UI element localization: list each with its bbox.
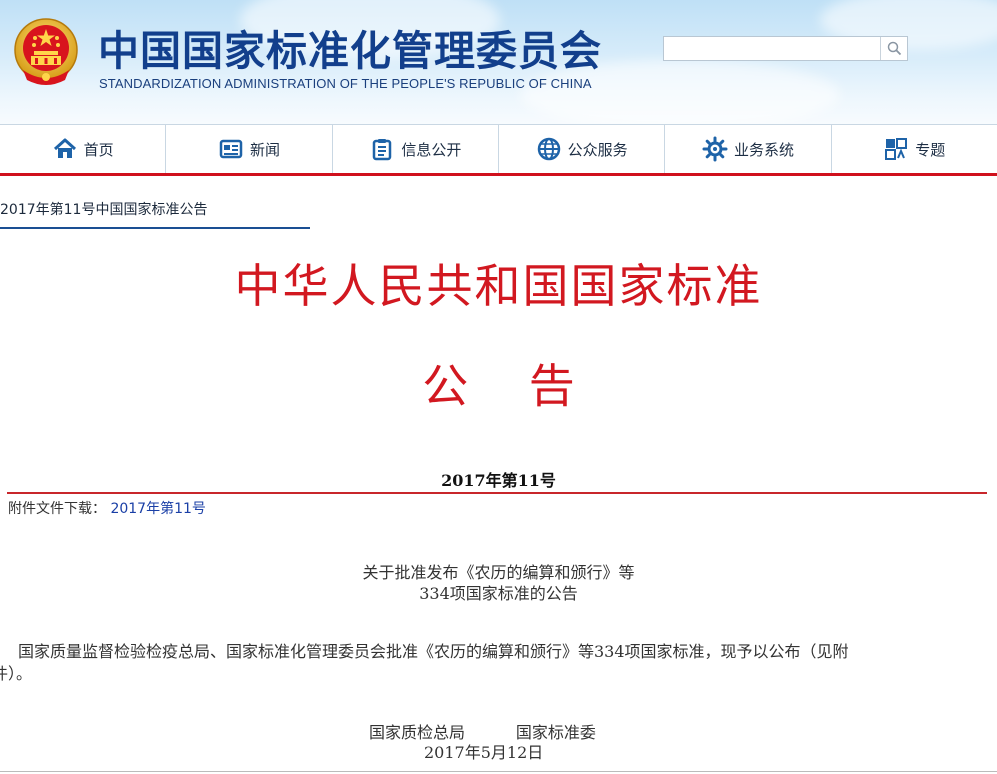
body-paragraph: 国家质量监督检验检疫总局、国家标准化管理委员会批准《农历的编算和颁行》等334项…	[18, 642, 849, 661]
nav-item-label: 信息公开	[401, 140, 462, 159]
announcement-number: 2017年第11号	[441, 471, 556, 490]
subject-line: 334项国家标准的公告	[419, 584, 578, 603]
red-divider	[7, 492, 987, 494]
gear-icon	[702, 136, 728, 162]
site-title: 中国国家标准化管理委员会	[98, 27, 602, 75]
search-input[interactable]	[664, 37, 880, 60]
nav-item-news[interactable]: 新闻	[166, 125, 333, 173]
search-icon	[887, 41, 901, 56]
topic-icon	[885, 138, 908, 160]
nav-item-label: 专题	[915, 140, 946, 159]
globe-icon	[537, 137, 560, 161]
nav-item-label: 业务系统	[733, 140, 794, 159]
nav-item-public-service[interactable]: 公众服务	[499, 125, 666, 173]
news-icon	[219, 139, 243, 159]
search-box	[663, 36, 908, 61]
attachment-label: 附件文件下载：	[8, 501, 106, 517]
site-subtitle: STANDARDIZATION ADMINISTRATION OF THE PE…	[99, 76, 592, 91]
nav-item-label: 公众服务	[567, 140, 628, 159]
tab-announcement[interactable]: 2017年第11号中国国家标准公告	[0, 197, 310, 229]
site-header: 中国国家标准化管理委员会 STANDARDIZATION ADMINISTRAT…	[0, 0, 997, 124]
search-button[interactable]	[880, 37, 907, 60]
divider	[0, 771, 997, 772]
main-nav: 首页 新闻 信息公开 公众服务 业务系统 专题	[0, 124, 997, 176]
home-icon	[53, 138, 76, 158]
announcement-subheading: 公 告	[422, 359, 575, 413]
clipboard-icon	[373, 139, 392, 161]
nav-item-home[interactable]: 首页	[0, 125, 167, 173]
body-paragraph: 件）。	[0, 664, 33, 683]
nav-item-business-systems[interactable]: 业务系统	[665, 125, 832, 173]
announcement-heading: 中华人民共和国国家标准	[234, 259, 763, 313]
attachment-download-link[interactable]: 2017年第11号	[110, 501, 205, 517]
national-emblem-icon	[14, 18, 78, 85]
nav-item-topics[interactable]: 专题	[832, 125, 997, 173]
nav-item-label: 首页	[83, 140, 114, 159]
nav-item-info-disclosure[interactable]: 信息公开	[333, 125, 499, 173]
nav-item-label: 新闻	[249, 140, 280, 159]
attachment-row: 附件文件下载： 2017年第11号	[8, 498, 206, 518]
announcement-date: 2017年5月12日	[424, 743, 544, 762]
